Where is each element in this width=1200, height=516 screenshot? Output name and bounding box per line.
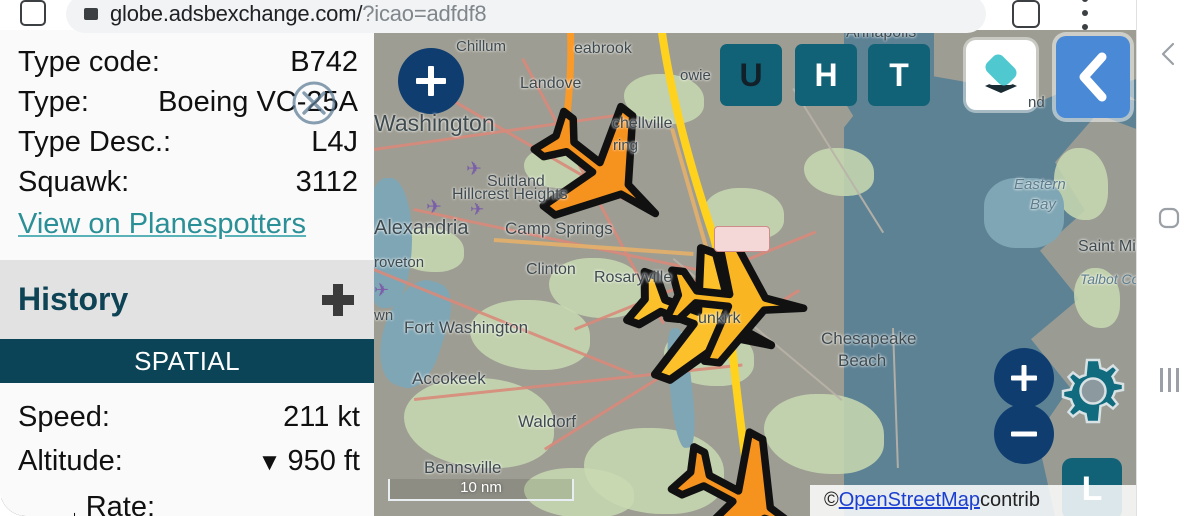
history-header: History bbox=[0, 260, 374, 339]
table-row: Type code: B742 bbox=[18, 42, 364, 82]
attribution-suffix: contrib bbox=[979, 489, 1040, 511]
url-query: ?icao=adfdf8 bbox=[362, 1, 487, 26]
altitude-value-group: ▼ 950 ft bbox=[258, 439, 360, 485]
menu-dot bbox=[1082, 0, 1088, 2]
squawk-label: Squawk: bbox=[18, 166, 130, 198]
gear-icon bbox=[1061, 358, 1125, 424]
openstreetmap-link[interactable]: OpenStreetMap bbox=[839, 489, 980, 512]
zoom-in-button[interactable] bbox=[994, 348, 1054, 408]
lock-icon bbox=[84, 8, 98, 20]
type-code-value: B742 bbox=[290, 46, 358, 78]
type-desc-label: Type Desc.: bbox=[18, 126, 172, 158]
map-button-u[interactable]: U bbox=[720, 44, 782, 106]
table-row: Type Desc.: L4J bbox=[18, 122, 364, 162]
recents-bars-icon bbox=[1159, 368, 1179, 392]
table-row: Speed: 211 kt bbox=[18, 395, 360, 439]
close-panel-button[interactable] bbox=[290, 79, 338, 127]
browser-toolbar: globe.adsbexchange.com/?icao=adfdf8 bbox=[0, 0, 1136, 33]
plus-circle-icon bbox=[416, 66, 446, 96]
menu-dot bbox=[1082, 24, 1088, 30]
map-attribution: © OpenStreetMap contrib bbox=[810, 485, 1136, 516]
speed-value: 211 kt bbox=[283, 401, 360, 433]
map-settings-button[interactable] bbox=[1058, 356, 1128, 426]
screen: ✈ ✈ ✈ ✈ ChillumeabrookAnnapolisLandoveow… bbox=[0, 0, 1200, 516]
zoom-out-button[interactable] bbox=[994, 404, 1054, 464]
spatial-section-header: SPATIAL bbox=[0, 339, 374, 383]
overflow-menu-icon[interactable] bbox=[1082, 0, 1088, 30]
aircraft-details-section: Type code: B742 Type: Boeing VC-25A Type… bbox=[0, 28, 374, 260]
table-row: Altitude: ▼ 950 ft bbox=[18, 439, 360, 485]
zoom-in-icon bbox=[1011, 365, 1037, 391]
airport-poi-icon: ✈ bbox=[426, 197, 442, 218]
panel-rounded-corner bbox=[0, 480, 74, 516]
type-desc-value: L4J bbox=[311, 126, 358, 158]
menu-dot bbox=[1082, 10, 1088, 16]
airport-poi-icon: ✈ bbox=[470, 200, 485, 219]
layers-icon bbox=[985, 54, 1017, 93]
type-label: Type: bbox=[18, 86, 89, 118]
map-scale-bar: 10 nm bbox=[388, 479, 574, 501]
altitude-descending-arrow-icon: ▼ bbox=[257, 449, 282, 476]
airport-poi-icon: ✈ bbox=[374, 280, 390, 300]
address-bar[interactable]: globe.adsbexchange.com/?icao=adfdf8 bbox=[66, 0, 986, 33]
close-circle-icon bbox=[292, 81, 336, 125]
nav-recents-button[interactable] bbox=[1137, 348, 1200, 412]
add-aircraft-button[interactable] bbox=[398, 48, 464, 114]
address-bar-url: globe.adsbexchange.com/?icao=adfdf8 bbox=[110, 1, 487, 27]
home-square-icon bbox=[1158, 207, 1180, 229]
history-add-button[interactable] bbox=[318, 280, 358, 320]
map-button-h[interactable]: H bbox=[795, 44, 857, 106]
map-route-shield bbox=[714, 226, 770, 252]
attribution-prefix: © bbox=[824, 489, 839, 511]
type-code-label: Type code: bbox=[18, 46, 160, 78]
back-chevron-icon bbox=[1161, 42, 1175, 66]
url-host: globe.adsbexchange.com/ bbox=[110, 1, 363, 26]
airport-poi-icon: ✈ bbox=[466, 159, 482, 180]
map-scale-label: 10 nm bbox=[460, 478, 502, 496]
altitude-label: Altitude: bbox=[18, 445, 123, 477]
altitude-value: 950 ft bbox=[287, 445, 360, 477]
map-layers-button[interactable] bbox=[966, 40, 1036, 110]
speed-label: Speed: bbox=[18, 401, 110, 433]
tab-count-icon[interactable] bbox=[20, 0, 46, 26]
squawk-value: 3112 bbox=[295, 166, 358, 198]
nav-back-button[interactable] bbox=[1137, 22, 1200, 86]
history-title: History bbox=[18, 281, 129, 317]
tab-switcher-icon[interactable] bbox=[1012, 0, 1040, 28]
nav-home-button[interactable] bbox=[1137, 186, 1200, 250]
table-row: Squawk: 3112 bbox=[18, 162, 364, 202]
panel-collapse-button[interactable] bbox=[1056, 36, 1130, 118]
android-navigation-bar bbox=[1136, 0, 1200, 516]
plus-icon bbox=[322, 283, 354, 316]
aircraft-info-panel: Type code: B742 Type: Boeing VC-25A Type… bbox=[0, 28, 374, 516]
chevron-left-icon bbox=[1079, 52, 1107, 102]
map-button-t[interactable]: T bbox=[868, 44, 930, 106]
view-on-planespotters-link[interactable]: View on Planespotters bbox=[18, 208, 306, 241]
spatial-section-label: SPATIAL bbox=[134, 345, 240, 376]
zoom-out-icon bbox=[1011, 431, 1037, 437]
